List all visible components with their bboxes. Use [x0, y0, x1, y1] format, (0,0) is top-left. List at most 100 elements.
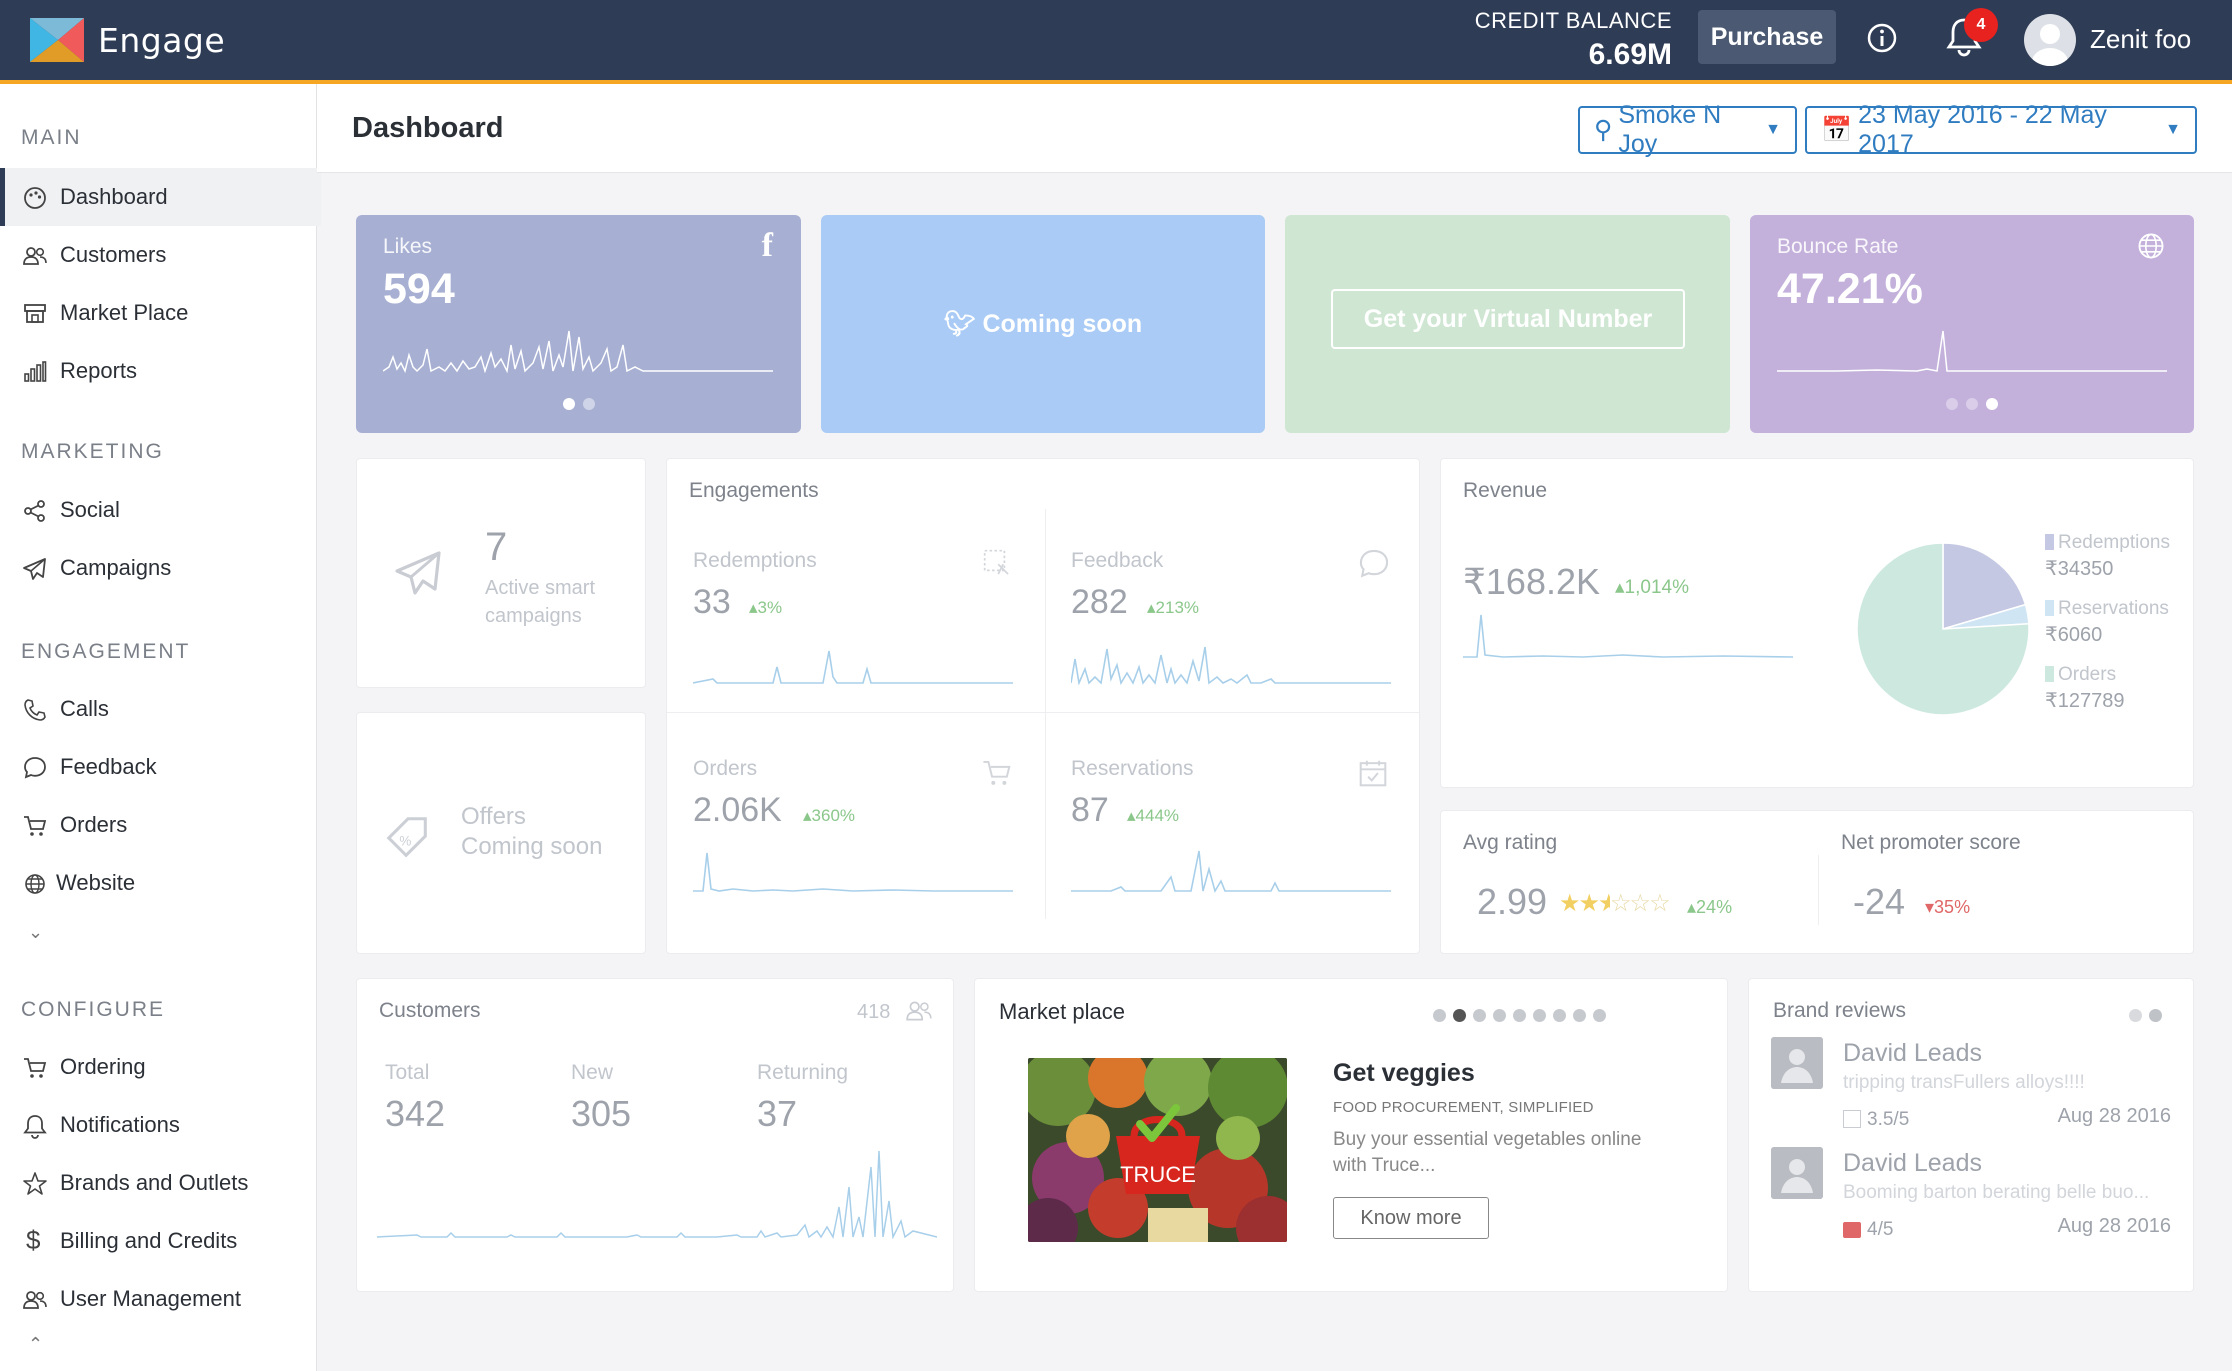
review-text: tripping transFullers alloys!!!!: [1843, 1072, 2085, 1093]
twitter-tile[interactable]: 🐦︎ Coming soon: [821, 215, 1265, 433]
chevron-up-icon[interactable]: ⌃: [28, 1334, 43, 1355]
new-value: 305: [571, 1093, 632, 1134]
users-icon: [23, 1291, 47, 1309]
cart-icon: [24, 816, 47, 836]
review-rating: 3.5/5: [1843, 1109, 1909, 1131]
marketplace-card: Market place TRUCE Get veggies FOOD PROC…: [974, 978, 1728, 1292]
redemptions-icon: [983, 549, 1009, 575]
caret-down-icon: ▼: [1765, 121, 1781, 138]
legend-item-redemptions: Redemptions ₹34350: [2045, 532, 2170, 580]
sidebar-item-market-place[interactable]: Market Place: [0, 284, 316, 342]
campaigns-count: 7: [485, 525, 508, 569]
calendar-icon: 📅: [1821, 115, 1853, 144]
avg-rating-label: Avg rating: [1463, 831, 1558, 854]
bounce-rate-value: 47.21%: [1777, 265, 1923, 313]
review-date: Aug 28 2016: [2057, 1105, 2171, 1127]
price-tag-icon: %: [386, 817, 427, 858]
orders-sparkline: [693, 852, 1013, 892]
user-name[interactable]: Zenit foo: [2090, 24, 2191, 55]
twitter-icon: 🐦︎: [943, 310, 976, 338]
marketplace-carousel-dots[interactable]: [1433, 1009, 1613, 1027]
engage-logo-icon: [30, 18, 84, 62]
sidebar-item-website[interactable]: Website: [0, 854, 316, 912]
virtual-number-tile: Get your Virtual Number: [1285, 215, 1730, 433]
sidebar-item-billing-and-credits[interactable]: $ Billing and Credits: [0, 1212, 316, 1270]
sidebar-item-notifications[interactable]: Notifications: [0, 1096, 316, 1154]
sidebar-item-social[interactable]: Social: [0, 481, 316, 539]
get-virtual-number-button[interactable]: Get your Virtual Number: [1331, 289, 1685, 349]
know-more-button[interactable]: Know more: [1333, 1197, 1489, 1239]
total-label: Total: [385, 1061, 430, 1084]
sidebar-item-brands-and-outlets[interactable]: Brands and Outlets: [0, 1154, 316, 1212]
outlet-dropdown[interactable]: ⚲ Smoke N Joy ▼: [1578, 101, 1797, 158]
review-text: Booming barton berating belle buo...: [1843, 1182, 2150, 1203]
sidebar-item-customers[interactable]: Customers: [0, 226, 316, 284]
customers-count: 418: [857, 1001, 891, 1023]
share-icon: [24, 500, 45, 522]
sidebar-item-calls[interactable]: Calls: [0, 680, 316, 738]
sidebar-item-dashboard[interactable]: Dashboard: [0, 168, 321, 226]
facebook-icon[interactable]: f: [762, 227, 773, 265]
bounce-carousel-dots[interactable]: [1750, 397, 2194, 415]
revenue-card: Revenue ₹168.2K ▴1,014% Redemptions ₹343…: [1440, 458, 2194, 788]
customers-card[interactable]: Customers 418 Total 342 New 305 Returnin…: [356, 978, 954, 1292]
campaigns-label-line2: campaigns: [485, 605, 582, 627]
sidebar-item-campaigns[interactable]: Campaigns: [0, 539, 316, 597]
ratings-card: Avg rating 2.99 ★★★☆☆☆ ▴24% Net promoter…: [1440, 810, 2194, 954]
avg-rating-value: 2.99: [1477, 881, 1548, 922]
bounce-rate-sparkline: [1777, 330, 2167, 372]
likes-tile[interactable]: Likes 594 f: [356, 215, 801, 433]
brand-reviews-card: Brand reviews David Leads tripping trans…: [1748, 978, 2194, 1292]
users-icon: [23, 247, 47, 265]
purchase-button[interactable]: Purchase: [1698, 10, 1836, 64]
credit-balance: CREDIT BALANCE 6.69M: [1475, 8, 1672, 72]
users-icon: [906, 1001, 932, 1021]
reservations-sparkline: [1071, 850, 1391, 893]
campaigns-card[interactable]: 7 Active smart campaigns: [356, 458, 646, 688]
outlet-name: Smoke N Joy: [1618, 101, 1722, 158]
returning-value: 37: [757, 1093, 798, 1134]
sidebar-item-label: Brands and Outlets: [60, 1170, 249, 1195]
truce-logo-text: TRUCE: [1120, 1162, 1196, 1187]
notification-badge: 4: [1964, 8, 1998, 42]
globe-icon: [25, 874, 45, 894]
engagements-card: Engagements Redemptions 33 ▴3% Feedback …: [666, 458, 1420, 954]
bar-chart-icon: [24, 361, 47, 382]
nps-change: ▾35%: [1925, 897, 1971, 917]
reviews-carousel-dots[interactable]: [2129, 1009, 2162, 1027]
phone-icon: [24, 699, 46, 721]
likes-carousel-dots[interactable]: [356, 397, 801, 415]
sidebar-item-label: Dashboard: [60, 184, 168, 209]
sidebar-item-user-management[interactable]: User Management: [0, 1270, 316, 1328]
brand[interactable]: Engage: [28, 14, 225, 66]
sidebar-item-reports[interactable]: Reports: [0, 342, 316, 400]
new-label: New: [571, 1061, 614, 1084]
avatar[interactable]: [2024, 14, 2076, 66]
redemptions-change: ▴3%: [749, 598, 783, 617]
sidebar-item-label: Calls: [60, 696, 109, 721]
nps-value: -24: [1853, 881, 1906, 922]
bounce-rate-tile[interactable]: Bounce Rate 47.21%: [1750, 215, 2194, 433]
cart-icon: [983, 760, 1011, 785]
engagements-title: Engagements: [689, 479, 819, 502]
globe-icon[interactable]: [2136, 231, 2166, 261]
redemptions-value: 33: [693, 583, 731, 621]
revenue-pie-chart: [1856, 542, 2030, 716]
sidebar-item-ordering[interactable]: Ordering: [0, 1038, 316, 1096]
sidebar-item-label: Market Place: [60, 300, 189, 325]
notifications-bell[interactable]: 4: [1944, 8, 1998, 63]
sidebar-item-label: Campaigns: [60, 555, 172, 580]
palette-icon: [24, 187, 46, 209]
sidebar-section-main: MAIN: [21, 126, 82, 149]
date-range-dropdown[interactable]: 📅 23 May 2016 - 22 May 2017 ▼: [1805, 101, 2197, 158]
veggies-image[interactable]: TRUCE: [1028, 1058, 1287, 1242]
nps-label: Net promoter score: [1841, 831, 2021, 854]
likes-value: 594: [383, 265, 455, 313]
chevron-down-icon[interactable]: ⌄: [28, 922, 43, 943]
info-icon[interactable]: [1866, 22, 1898, 54]
sidebar-item-label: User Management: [60, 1286, 241, 1311]
sidebar-item-feedback[interactable]: Feedback: [0, 738, 316, 796]
sidebar-item-orders[interactable]: Orders: [0, 796, 316, 854]
rating-icon: [1843, 1110, 1861, 1128]
customers-sparkline: [377, 1150, 937, 1239]
